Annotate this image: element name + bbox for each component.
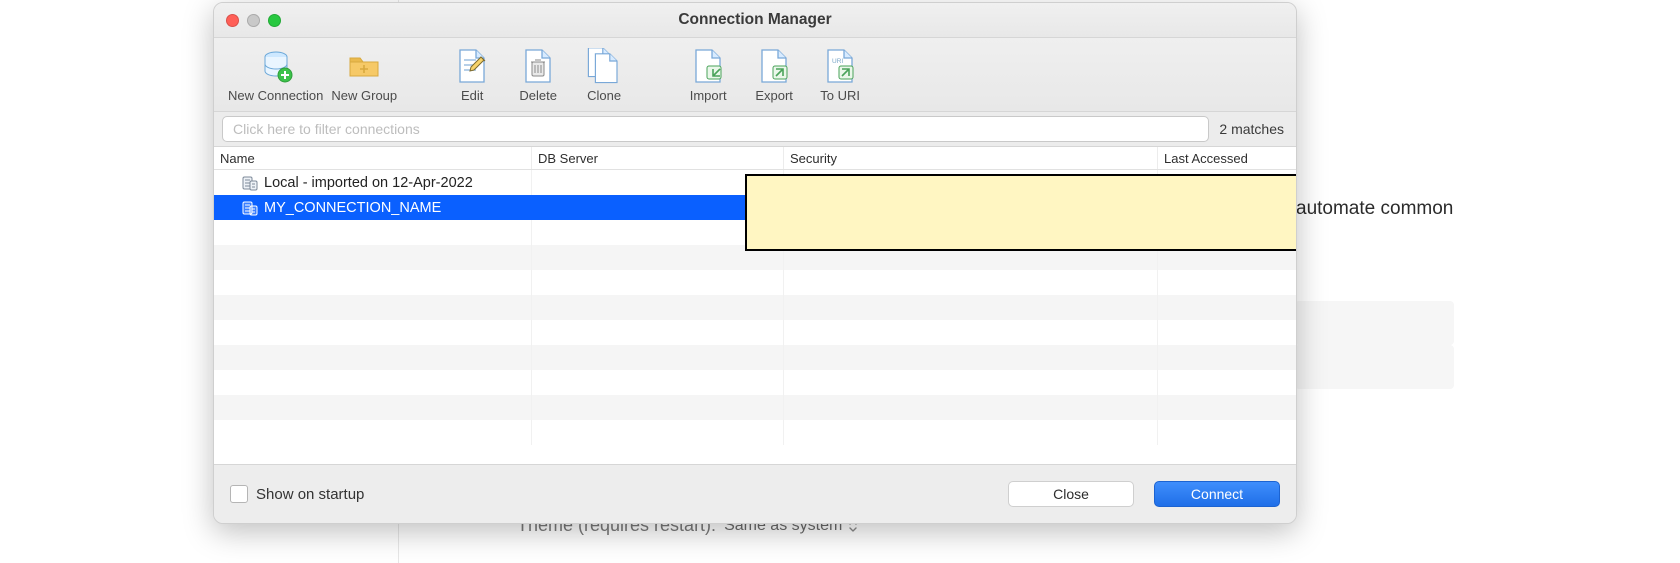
- column-security[interactable]: Security: [784, 147, 1158, 169]
- connection-manager-dialog: Connection Manager New Connection: [213, 2, 1297, 524]
- table-row: [214, 395, 1296, 420]
- database-add-icon: [256, 46, 296, 86]
- clone-button[interactable]: Clone: [571, 44, 637, 103]
- delete-button[interactable]: Delete: [505, 44, 571, 103]
- match-count: 2 matches: [1219, 121, 1288, 137]
- to-uri-button[interactable]: URI To URI: [807, 44, 873, 103]
- table-row: [214, 220, 1296, 245]
- document-edit-icon: [452, 46, 492, 86]
- document-clone-icon: [584, 46, 624, 86]
- table-row: [214, 420, 1296, 445]
- table-row[interactable]: MY_CONNECTION_NAME: [214, 195, 1296, 220]
- toolbar: New Connection New Group: [214, 38, 1296, 112]
- toolbar-label: Export: [755, 88, 793, 103]
- cell-security: [784, 170, 1158, 195]
- connect-button[interactable]: Connect: [1154, 481, 1280, 507]
- toolbar-label: Edit: [461, 88, 483, 103]
- toolbar-label: Import: [690, 88, 727, 103]
- fullscreen-window-icon[interactable]: [268, 14, 281, 27]
- cell-db-server: [532, 170, 784, 195]
- close-window-icon[interactable]: [226, 14, 239, 27]
- background-stripe: [1295, 301, 1454, 345]
- minimize-window-icon: [247, 14, 260, 27]
- new-connection-button[interactable]: New Connection: [224, 44, 327, 103]
- cell-last-accessed: [1158, 195, 1296, 220]
- cell-security: [784, 195, 1158, 220]
- table-row[interactable]: Local - imported on 12-Apr-2022: [214, 170, 1296, 195]
- document-export-icon: [754, 46, 794, 86]
- background-text: automate common: [1296, 198, 1453, 220]
- toolbar-label: Clone: [587, 88, 621, 103]
- window-controls: [226, 14, 281, 27]
- toolbar-label: To URI: [820, 88, 860, 103]
- connections-table: Name DB Server Security Last Accessed Lo…: [214, 147, 1296, 464]
- table-row: [214, 370, 1296, 395]
- cell-db-server: [532, 195, 784, 220]
- checkbox-icon: [230, 485, 248, 503]
- document-trash-icon: [518, 46, 558, 86]
- cell-last-accessed: [1158, 170, 1296, 195]
- export-button[interactable]: Export: [741, 44, 807, 103]
- toolbar-label: New Group: [331, 88, 397, 103]
- connection-name: Local - imported on 12-Apr-2022: [264, 175, 473, 191]
- titlebar: Connection Manager: [214, 3, 1296, 38]
- document-import-icon: [688, 46, 728, 86]
- column-db-server[interactable]: DB Server: [532, 147, 784, 169]
- background-stripe: [1295, 345, 1454, 389]
- toolbar-label: Delete: [519, 88, 557, 103]
- dialog-footer: Show on startup Close Connect: [214, 464, 1296, 523]
- toolbar-label: New Connection: [228, 88, 323, 103]
- svg-text:URI: URI: [832, 58, 843, 65]
- filter-row: 2 matches: [214, 112, 1296, 147]
- checkbox-label: Show on startup: [256, 486, 364, 503]
- import-button[interactable]: Import: [675, 44, 741, 103]
- table-row: [214, 245, 1296, 270]
- document-uri-icon: URI: [820, 46, 860, 86]
- table-body: Local - imported on 12-Apr-2022 MY_CONNE…: [214, 170, 1296, 464]
- show-on-startup-checkbox[interactable]: Show on startup: [230, 485, 364, 503]
- filter-input[interactable]: [222, 116, 1209, 142]
- connection-icon: [242, 175, 258, 191]
- connection-icon: [242, 200, 258, 216]
- window-title: Connection Manager: [214, 11, 1296, 29]
- folder-add-icon: [344, 46, 384, 86]
- close-button[interactable]: Close: [1008, 481, 1134, 507]
- column-name[interactable]: Name: [214, 147, 532, 169]
- column-last-accessed[interactable]: Last Accessed: [1158, 147, 1296, 169]
- table-row: [214, 320, 1296, 345]
- connection-name: MY_CONNECTION_NAME: [264, 200, 441, 216]
- new-group-button[interactable]: New Group: [327, 44, 401, 103]
- table-header: Name DB Server Security Last Accessed: [214, 147, 1296, 170]
- table-row: [214, 270, 1296, 295]
- table-row: [214, 345, 1296, 370]
- edit-button[interactable]: Edit: [439, 44, 505, 103]
- table-row: [214, 295, 1296, 320]
